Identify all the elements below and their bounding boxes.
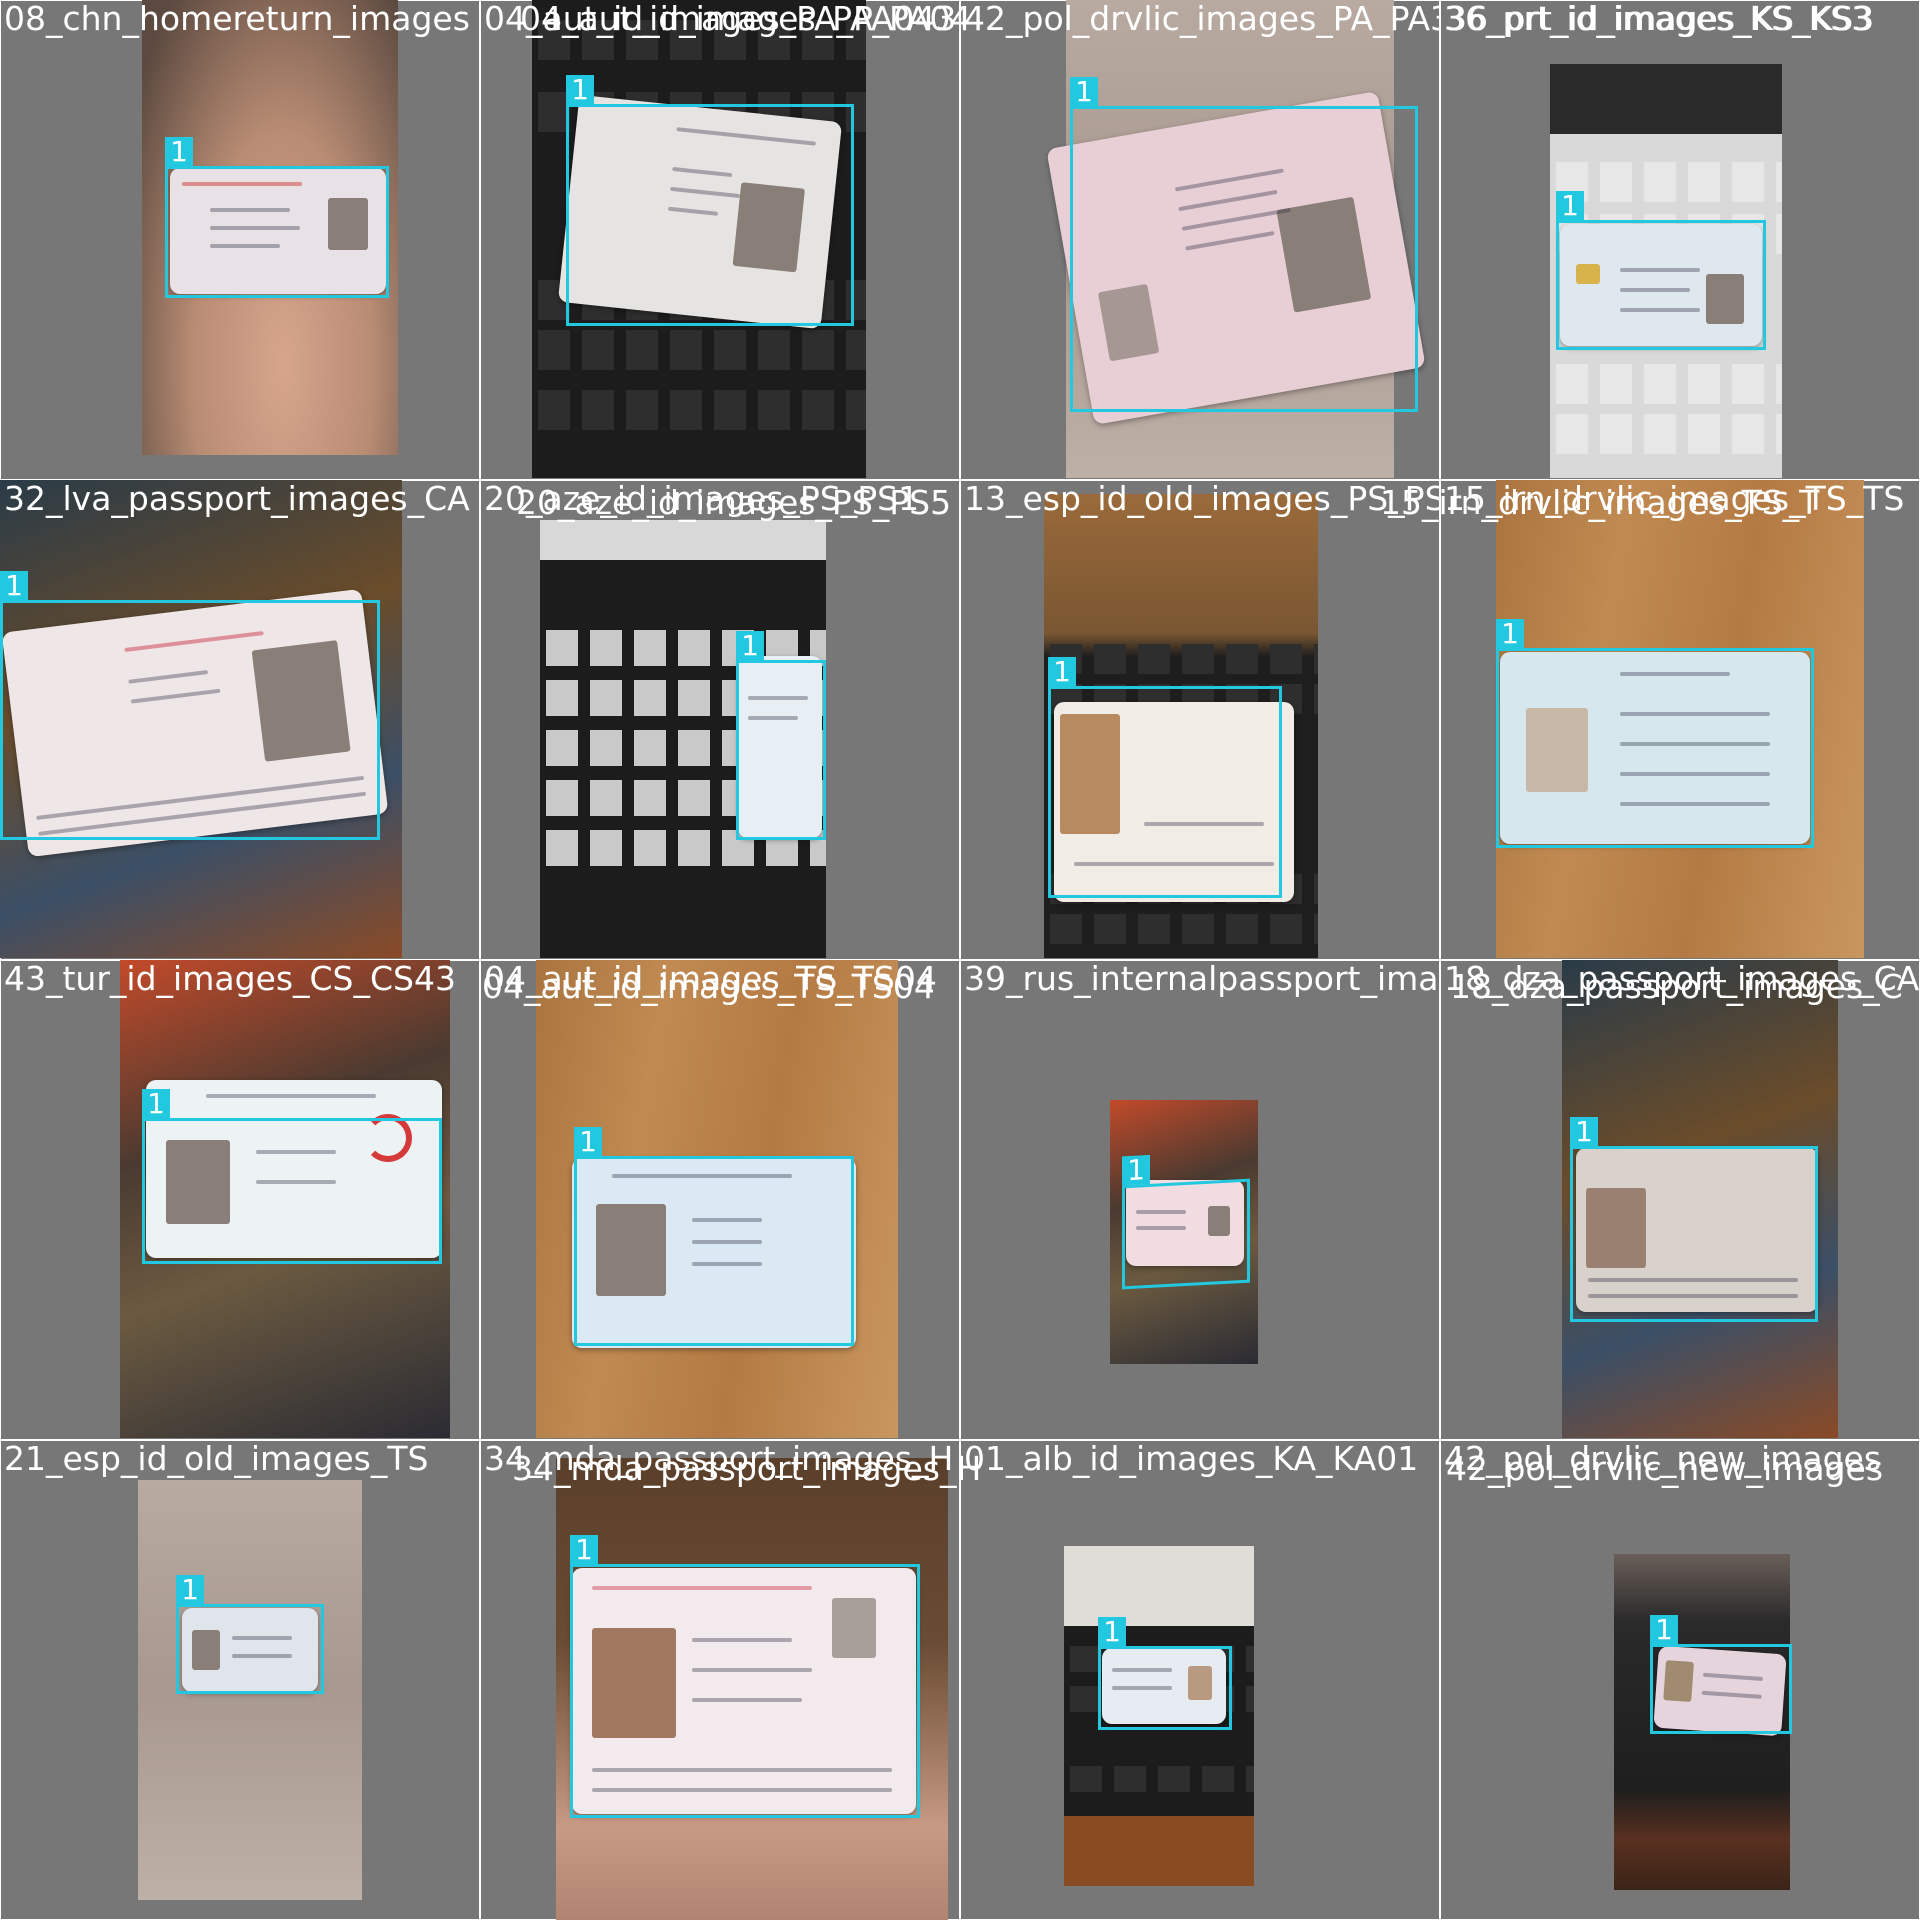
- detection-tag: 1: [566, 75, 594, 105]
- detection-tag: 1: [176, 1575, 204, 1605]
- detection-box: 1: [142, 1089, 442, 1264]
- detection-tag: 1: [0, 571, 28, 601]
- detection-box: 1: [1122, 1153, 1250, 1290]
- detection-box: 1: [1556, 191, 1766, 350]
- detection-tag: 1: [1570, 1117, 1598, 1147]
- tile-8: 1 15_irn_drvlic_images_TS_TS: [1440, 480, 1920, 960]
- tile-3: 1 42_pol_drvlic_images_PA_PA3: [960, 0, 1440, 480]
- tile-label: 01_alb_id_images_KA_KA01: [964, 1440, 1419, 1478]
- tile-9: 1 43_tur_id_images_CS_CS43: [0, 960, 480, 1440]
- detection-box: 1: [566, 75, 854, 326]
- detection-tag: 1: [1070, 77, 1098, 107]
- detection-box: 1: [1070, 77, 1418, 412]
- detection-tag: 1: [1650, 1615, 1678, 1645]
- tile-label: 21_esp_id_old_images_TS: [4, 1440, 429, 1478]
- tile-16: 1 42_pol_drvlic_new_images: [1440, 1440, 1920, 1920]
- detection-tag: 1: [574, 1127, 602, 1157]
- tile-label: 42_pol_drvlic_new_images: [1444, 1440, 1882, 1478]
- detection-box: 1: [1570, 1117, 1818, 1322]
- tile-4: 1 36_prt_id_images_KS_KS3: [1440, 0, 1920, 480]
- detection-box: 1: [570, 1535, 920, 1818]
- detection-tag: 1: [736, 631, 764, 661]
- tile-1: 1 08_chn_homereturn_images: [0, 0, 480, 480]
- detection-box: 1: [1496, 619, 1814, 848]
- detection-tag: 1: [1048, 657, 1076, 687]
- tile-6: 1 20_aze_id_images_PS_PS1: [480, 480, 960, 960]
- tile-label: 39_rus_internalpassport_images: [964, 960, 1440, 998]
- detection-box: 1: [1048, 657, 1282, 898]
- detection-tag: 1: [142, 1089, 170, 1119]
- tile-12: 1 18_dza_passport_images_CA: [1440, 960, 1920, 1440]
- detection-box: 1: [1098, 1617, 1232, 1730]
- detection-tag: 1: [1496, 619, 1524, 649]
- detection-box: 1: [574, 1127, 854, 1346]
- tile-2: 1 04_aut_id_images_PA_PA0436_24.png: [480, 0, 960, 480]
- tile-11: 1 39_rus_internalpassport_images: [960, 960, 1440, 1440]
- image-mosaic: 1 08_chn_homereturn_images 1 04_aut_id_i…: [0, 0, 1920, 1920]
- tile-14: 1 34_mda_passport_images_H: [480, 1440, 960, 1920]
- tile-7: 1 13_esp_id_old_images_PS_PS0: [960, 480, 1440, 960]
- tile-label: 36_prt_id_images_KS_KS3: [1444, 0, 1873, 38]
- detection-box: 1: [176, 1575, 324, 1694]
- detection-box: 1: [1650, 1615, 1792, 1734]
- tile-5: 1 32_lva_passport_images_CA: [0, 480, 480, 960]
- tile-15: 1 01_alb_id_images_KA_KA01: [960, 1440, 1440, 1920]
- detection-tag: 1: [1098, 1617, 1126, 1647]
- tile-13: 1 21_esp_id_old_images_TS: [0, 1440, 480, 1920]
- detection-box: 1: [165, 137, 389, 298]
- detection-box: 1: [0, 571, 380, 840]
- tile-label: 20_aze_id_images_PS_PS1: [484, 480, 920, 518]
- detection-tag: 1: [165, 137, 193, 167]
- detection-tag: 1: [570, 1535, 598, 1565]
- detection-tag: 1: [1556, 191, 1584, 221]
- detection-tag: 1: [1122, 1153, 1150, 1187]
- detection-box: 1: [736, 631, 826, 840]
- tile-10: 1 04_aut_id_images_TS_TS04: [480, 960, 960, 1440]
